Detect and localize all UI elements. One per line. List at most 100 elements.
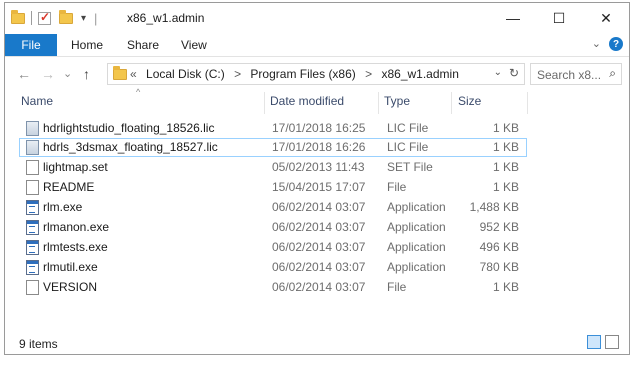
application-icon	[26, 200, 39, 215]
quick-access-toolbar: ▾ |	[11, 9, 97, 27]
explorer-window: ▾ | x86_w1.admin — ☐ ✕ File Home Share V…	[4, 2, 630, 355]
breadcrumb-program-files[interactable]: Program Files (x86)	[250, 67, 355, 81]
file-row[interactable]: rlm.exe 06/02/2014 03:07 Application 1,4…	[19, 198, 527, 217]
breadcrumb-current-folder[interactable]: x86_w1.admin	[381, 67, 458, 81]
file-name: rlmanon.exe	[43, 220, 110, 234]
overflow-chevron-icon[interactable]: «	[130, 67, 137, 81]
column-header-date[interactable]: Date modified	[270, 94, 344, 114]
file-name: hdrlightstudio_floating_18526.lic	[43, 121, 215, 135]
column-divider[interactable]	[527, 92, 528, 114]
file-size: 1,488 KB	[469, 200, 519, 214]
address-bar[interactable]: « Local Disk (C:) > Program Files (x86) …	[107, 63, 525, 85]
file-row[interactable]: README 15/04/2015 17:07 File 1 KB	[19, 178, 527, 197]
file-size: 1 KB	[492, 280, 519, 294]
file-date: 06/02/2014 03:07	[272, 240, 366, 254]
file-date: 06/02/2014 03:07	[272, 280, 366, 294]
close-button[interactable]: ✕	[583, 3, 629, 33]
file-row[interactable]: rlmtests.exe 06/02/2014 03:07 Applicatio…	[19, 238, 527, 257]
title-bar: ▾ | x86_w1.admin — ☐ ✕	[5, 3, 629, 33]
folder-icon	[11, 9, 25, 24]
search-box[interactable]: Search x8... ⌕	[530, 63, 622, 85]
file-type: SET File	[387, 160, 433, 174]
file-size: 1 KB	[492, 140, 519, 154]
file-size: 1 KB	[492, 180, 519, 194]
file-type: Application	[387, 260, 446, 274]
lic-file-icon	[26, 121, 39, 136]
column-divider[interactable]	[264, 92, 265, 114]
file-type: File	[387, 280, 407, 294]
application-icon	[26, 220, 39, 235]
breadcrumb-separator-icon[interactable]: >	[234, 67, 241, 81]
file-type: LIC File	[387, 140, 429, 154]
breadcrumb: « Local Disk (C:) > Program Files (x86) …	[130, 67, 465, 81]
sort-ascending-icon: ^	[136, 87, 141, 97]
file-size: 1 KB	[492, 160, 519, 174]
ribbon-tabs: File Home Share View ⌄ ?	[5, 34, 629, 57]
search-input[interactable]: Search x8...	[537, 68, 601, 82]
file-type: Application	[387, 200, 446, 214]
file-name: lightmap.set	[43, 160, 108, 174]
toolbar-separator	[31, 11, 32, 25]
file-row[interactable]: rlmutil.exe 06/02/2014 03:07 Application…	[19, 258, 527, 277]
file-type: Application	[387, 220, 446, 234]
file-row[interactable]: rlmanon.exe 06/02/2014 03:07 Application…	[19, 218, 527, 237]
tab-view[interactable]: View	[181, 38, 207, 52]
breadcrumb-local-disk[interactable]: Local Disk (C:)	[146, 67, 225, 81]
tab-home[interactable]: Home	[71, 38, 103, 52]
back-button[interactable]: ←	[17, 66, 31, 82]
file-type: LIC File	[387, 121, 429, 135]
title-separator: |	[94, 10, 98, 26]
file-type: Application	[387, 240, 446, 254]
file-name: hdrls_3dsmax_floating_18527.lic	[43, 140, 218, 154]
window-title: x86_w1.admin	[127, 11, 205, 25]
expand-ribbon-icon[interactable]: ⌄	[592, 37, 601, 50]
file-date: 17/01/2018 16:26	[272, 140, 366, 154]
properties-icon[interactable]	[38, 10, 51, 25]
file-name: rlm.exe	[43, 200, 83, 214]
file-row[interactable]: lightmap.set 05/02/2013 11:43 SET File 1…	[19, 158, 527, 177]
status-item-count: 9 items	[19, 337, 58, 351]
column-header-type[interactable]: Type	[384, 94, 410, 114]
file-size: 780 KB	[479, 260, 519, 274]
search-icon[interactable]: ⌕	[609, 66, 616, 81]
generic-file-icon	[26, 180, 39, 195]
file-date: 06/02/2014 03:07	[272, 260, 366, 274]
forward-button[interactable]: →	[41, 66, 55, 82]
refresh-icon[interactable]: ↻	[509, 66, 519, 80]
column-divider[interactable]	[451, 92, 452, 114]
up-button[interactable]: ↑	[83, 66, 90, 82]
file-size: 952 KB	[479, 220, 519, 234]
column-divider[interactable]	[378, 92, 379, 114]
application-icon	[26, 240, 39, 255]
file-size: 496 KB	[479, 240, 519, 254]
breadcrumb-separator-icon[interactable]: >	[365, 67, 372, 81]
address-dropdown-icon[interactable]: ⌄	[494, 67, 502, 78]
file-row[interactable]: VERSION 06/02/2014 03:07 File 1 KB	[19, 278, 527, 297]
lic-file-icon	[26, 140, 39, 155]
customize-toolbar-icon[interactable]: ▾	[81, 13, 86, 24]
file-date: 17/01/2018 16:25	[272, 121, 366, 135]
file-name: README	[43, 180, 95, 194]
details-view-icon[interactable]	[587, 335, 601, 349]
file-row[interactable]: hdrlightstudio_floating_18526.lic 17/01/…	[19, 119, 527, 138]
recent-locations-button[interactable]: ⌄	[63, 67, 72, 80]
column-header-name[interactable]: Name	[21, 94, 53, 114]
column-header-size[interactable]: Size	[458, 94, 481, 114]
maximize-button[interactable]: ☐	[536, 3, 582, 33]
large-icons-view-icon[interactable]	[605, 335, 619, 349]
file-date: 06/02/2014 03:07	[272, 200, 366, 214]
file-name: VERSION	[43, 280, 98, 294]
application-icon	[26, 260, 39, 275]
file-row-selected[interactable]: hdrls_3dsmax_floating_18527.lic 17/01/20…	[19, 138, 527, 157]
tab-share[interactable]: Share	[127, 38, 159, 52]
new-folder-icon[interactable]	[59, 9, 73, 24]
file-size: 1 KB	[492, 121, 519, 135]
tab-file[interactable]: File	[5, 34, 57, 56]
file-date: 05/02/2013 11:43	[272, 160, 365, 174]
file-name: rlmtests.exe	[43, 240, 108, 254]
file-name: rlmutil.exe	[43, 260, 98, 274]
file-date: 06/02/2014 03:07	[272, 220, 366, 234]
help-icon[interactable]: ?	[609, 37, 623, 51]
minimize-button[interactable]: —	[490, 3, 536, 33]
file-type: File	[387, 180, 407, 194]
